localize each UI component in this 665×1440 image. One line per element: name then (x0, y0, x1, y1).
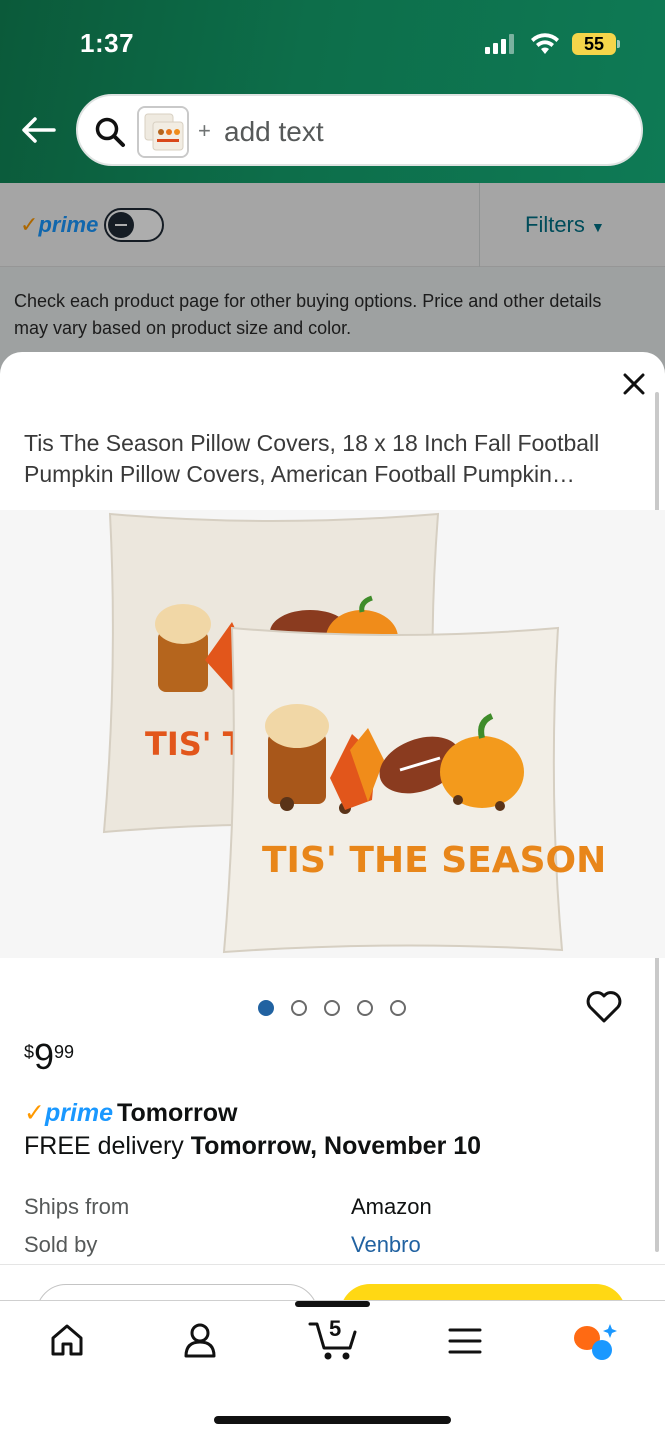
add-text-plus-icon[interactable]: + (198, 118, 211, 144)
search-add-text[interactable]: add text (224, 116, 324, 148)
rufus-assistant-icon[interactable] (572, 1320, 620, 1362)
seller-link[interactable]: Venbro (351, 1232, 421, 1258)
carousel-dot[interactable] (390, 1000, 406, 1016)
home-icon[interactable] (49, 1322, 85, 1358)
product-title[interactable]: Tis The Season Pillow Covers, 18 x 18 In… (24, 428, 629, 490)
prime-delivery-badge: ✓prime Tomorrow (24, 1099, 238, 1127)
close-icon[interactable] (620, 370, 648, 398)
status-time: 1:37 (80, 28, 135, 58)
ships-from-label: Ships from (24, 1194, 130, 1219)
pillow-covers-image: TIS' TH TIS' THE SEASON (102, 512, 606, 954)
back-arrow-icon[interactable] (20, 114, 56, 146)
carousel-dot[interactable] (291, 1000, 307, 1016)
wifi-icon (531, 33, 559, 54)
pillow-text: TIS' THE SEASON (262, 840, 606, 881)
search-bar[interactable]: + add text (76, 94, 643, 166)
sold-by-label: Sold by (24, 1232, 98, 1257)
carousel-dot[interactable] (258, 1000, 274, 1016)
account-icon[interactable] (182, 1322, 218, 1358)
active-tab-indicator (295, 1301, 370, 1307)
cellular-signal-icon (485, 34, 514, 54)
battery-indicator: 55 (572, 33, 616, 55)
menu-icon[interactable] (448, 1326, 482, 1356)
battery-tip (617, 40, 620, 48)
prime-check-icon: ✓ (24, 1099, 45, 1127)
search-image-thumbnail[interactable] (137, 106, 189, 158)
search-icon[interactable] (94, 116, 126, 148)
ships-from-value: Amazon (351, 1194, 432, 1219)
app-header: 1:37 55 + add text (0, 0, 665, 183)
carousel-dot[interactable] (324, 1000, 340, 1016)
thumbnail-pillow-icon (139, 108, 187, 156)
carousel-dot[interactable] (357, 1000, 373, 1016)
product-price: $999 (24, 1036, 75, 1077)
product-image[interactable]: TIS' TH TIS' THE SEASON (0, 510, 665, 958)
home-indicator (214, 1416, 451, 1424)
delivery-info: FREE delivery Tomorrow, November 10 (24, 1132, 482, 1160)
image-carousel-dots[interactable] (258, 1000, 406, 1016)
product-preview-sheet: Tis The Season Pillow Covers, 18 x 18 In… (0, 352, 665, 1440)
heart-icon[interactable] (585, 990, 623, 1024)
cart-count-badge: 5 (329, 1316, 342, 1341)
